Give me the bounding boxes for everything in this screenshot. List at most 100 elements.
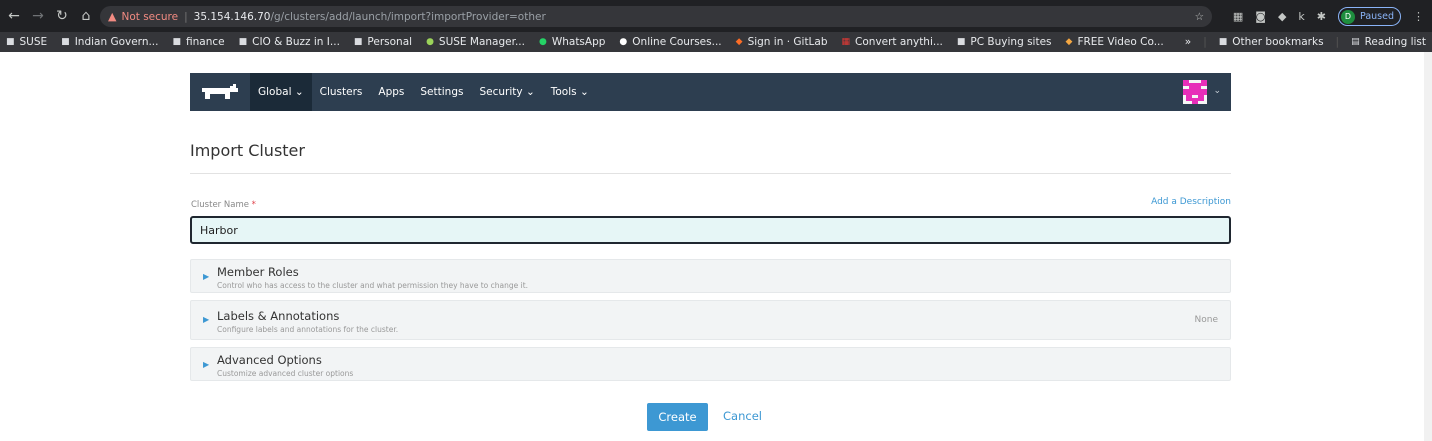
- page-scrollbar[interactable]: [1424, 52, 1432, 441]
- bookmark-star-icon[interactable]: ☆: [1195, 11, 1204, 23]
- rancher-logo-icon: [202, 84, 238, 99]
- bookmark-item[interactable]: ● WhatsApp: [539, 36, 605, 48]
- title-divider: [190, 173, 1231, 174]
- bookmark-item[interactable]: ■ SUSE: [6, 36, 47, 48]
- expand-caret-icon[interactable]: ▶: [203, 315, 209, 324]
- reading-list-label: Reading list: [1364, 36, 1426, 48]
- expand-caret-icon[interactable]: ▶: [203, 272, 209, 281]
- profile-status: Paused: [1360, 11, 1394, 22]
- chevron-down-icon: ⌄: [294, 86, 304, 98]
- url-host[interactable]: 35.154.146.70: [194, 11, 271, 23]
- nav-tools-label: Tools: [550, 86, 577, 98]
- section-title: Labels & Annotations: [217, 309, 340, 323]
- extension-area: ▦ ◙ ◆ k ✱ D Paused ⋮: [1233, 6, 1432, 27]
- suse-icon: ●: [426, 37, 434, 47]
- bookmark-label: PC Buying sites: [970, 36, 1052, 48]
- nav-global[interactable]: Global ⌄: [250, 73, 312, 111]
- create-button[interactable]: Create: [647, 403, 708, 431]
- bookmarks-bar: ■ SUSE ■ Indian Govern... ■ finance ■ CIO & …: [0, 32, 1432, 52]
- profile-avatar: D: [1341, 9, 1356, 24]
- address-bar[interactable]: ▲ Not secure | 35.154.146.70/g/clusters/…: [100, 6, 1212, 27]
- page-title: Import Cluster: [190, 141, 305, 160]
- profile-button[interactable]: D Paused: [1338, 7, 1401, 26]
- folder-icon: ■: [6, 37, 15, 47]
- bookmark-label: SUSE: [19, 36, 48, 48]
- bookmark-label: SUSE Manager...: [438, 36, 525, 48]
- extension-icon-1[interactable]: ▦: [1233, 10, 1243, 23]
- forward-icon[interactable]: →: [28, 8, 48, 24]
- whatsapp-icon: ●: [538, 37, 547, 47]
- address-separator: |: [184, 10, 188, 23]
- labels-annotations-section[interactable]: ▶ Labels & Annotations Configure labels …: [190, 300, 1231, 340]
- expand-caret-icon[interactable]: ▶: [203, 360, 209, 369]
- nav-settings[interactable]: Settings: [412, 73, 471, 111]
- bookmark-item[interactable]: ● SUSE Manager...: [426, 36, 525, 48]
- advanced-options-section[interactable]: ▶ Advanced Options Customize advanced cl…: [190, 347, 1231, 381]
- bookmark-label: finance: [186, 36, 225, 48]
- section-description: Control who has access to the cluster an…: [217, 281, 529, 290]
- nav-clusters[interactable]: Clusters: [312, 73, 371, 111]
- folder-icon: ■: [61, 37, 70, 47]
- add-description-link[interactable]: Add a Description: [1151, 197, 1231, 207]
- folder-icon: ■: [238, 37, 248, 47]
- bookmark-label: FREE Video Co...: [1077, 36, 1164, 48]
- other-bookmarks[interactable]: ■ Other bookmarks: [1219, 36, 1324, 48]
- folder-icon: ■: [1218, 37, 1228, 47]
- reading-list[interactable]: ▤ Reading list: [1351, 36, 1426, 48]
- nav-apps[interactable]: Apps: [370, 73, 412, 111]
- bookmark-item[interactable]: ■ finance: [172, 36, 224, 48]
- bookmark-item[interactable]: ■ Indian Govern...: [61, 36, 158, 48]
- folder-icon: ■: [353, 37, 363, 47]
- bookmark-label: Indian Govern...: [74, 36, 159, 48]
- back-icon[interactable]: ←: [4, 8, 24, 24]
- bookmark-divider: |: [1203, 36, 1207, 48]
- rancher-logo[interactable]: [190, 73, 250, 111]
- extension-icon-2[interactable]: ◙: [1255, 10, 1266, 23]
- required-mark: *: [251, 200, 256, 210]
- bookmark-item[interactable]: ◆ FREE Video Co...: [1066, 36, 1164, 48]
- puzzle-icon[interactable]: ✱: [1317, 10, 1326, 23]
- cancel-button[interactable]: Cancel: [723, 409, 762, 423]
- chevron-down-icon: ⌄: [579, 86, 589, 98]
- cluster-name-label-text: Cluster Name: [191, 200, 249, 210]
- bookmark-label: Personal: [367, 36, 413, 48]
- bookmark-item[interactable]: ▦ Convert anythi...: [842, 36, 943, 48]
- bookmark-item[interactable]: ■ PC Buying sites: [957, 36, 1052, 48]
- section-title: Member Roles: [217, 265, 299, 279]
- extension-icon-k[interactable]: k: [1298, 10, 1304, 23]
- section-description: Customize advanced cluster options: [217, 369, 354, 378]
- member-roles-section[interactable]: ▶ Member Roles Control who has access to…: [190, 259, 1231, 293]
- bookmark-label: Sign in · GitLab: [747, 36, 828, 48]
- reload-icon[interactable]: ↻: [52, 8, 72, 24]
- other-bookmarks-label: Other bookmarks: [1232, 36, 1324, 48]
- user-avatar[interactable]: [1183, 80, 1207, 104]
- rancher-header: Global ⌄ Clusters Apps Settings Security…: [190, 73, 1231, 111]
- bookmark-item[interactable]: ■ Personal: [354, 36, 412, 48]
- section-title: Advanced Options: [217, 353, 322, 367]
- online-courses-icon: ●: [619, 37, 628, 47]
- not-secure-label[interactable]: Not secure: [121, 11, 178, 23]
- folder-icon: ■: [172, 37, 181, 47]
- bookmark-item[interactable]: ● Online Courses...: [619, 36, 721, 48]
- nav-apps-label: Apps: [378, 86, 405, 98]
- bookmark-divider: |: [1335, 36, 1340, 48]
- bookmark-label: Online Courses...: [632, 36, 722, 48]
- cluster-name-input[interactable]: [190, 216, 1231, 244]
- home-icon[interactable]: ⌂: [76, 8, 96, 24]
- section-status: None: [1194, 315, 1218, 325]
- url-path[interactable]: /g/clusters/add/launch/import?importProv…: [270, 11, 545, 23]
- menu-kebab-icon[interactable]: ⋮: [1413, 10, 1424, 23]
- nav-tools[interactable]: Tools ⌄: [543, 73, 597, 111]
- bookmark-item[interactable]: ◆ Sign in · GitLab: [736, 36, 828, 48]
- bookmark-item[interactable]: ■ CIO & Buzz in I...: [239, 36, 340, 48]
- nav-global-label: Global: [258, 86, 292, 98]
- nav-security-label: Security: [479, 86, 523, 98]
- bookmark-label: CIO & Buzz in I...: [252, 36, 340, 48]
- chevron-down-icon[interactable]: ⌄: [1213, 86, 1221, 96]
- chevron-down-icon: ⌄: [525, 86, 535, 98]
- nav-security[interactable]: Security ⌄: [471, 73, 542, 111]
- bookmark-label: WhatsApp: [551, 36, 606, 48]
- extension-icon-3[interactable]: ◆: [1278, 10, 1286, 23]
- section-description: Configure labels and annotations for the…: [217, 325, 399, 334]
- more-bookmarks-icon[interactable]: »: [1185, 36, 1191, 48]
